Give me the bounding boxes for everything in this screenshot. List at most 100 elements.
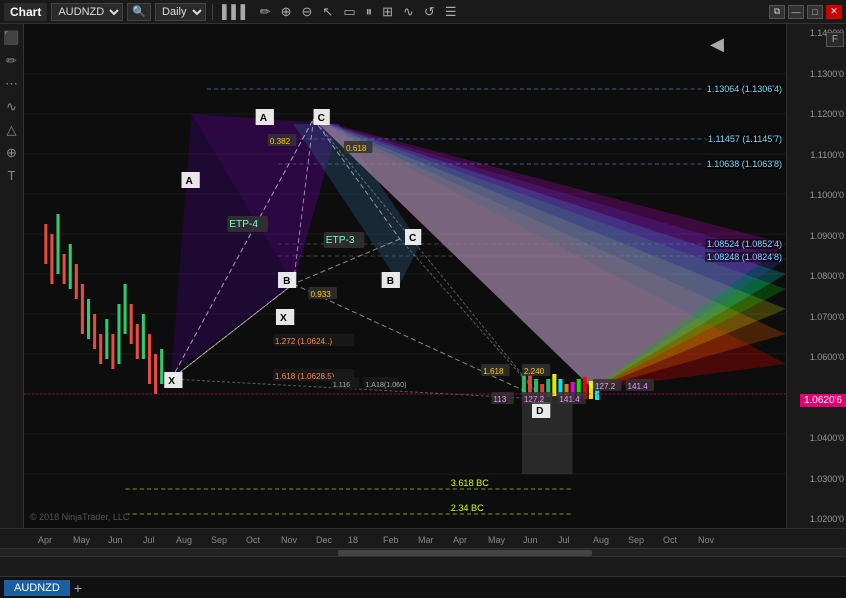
price-level-9: 1.0600'0 bbox=[789, 352, 844, 362]
svg-text:X: X bbox=[280, 313, 287, 324]
left-tool-3[interactable]: ⋯ bbox=[3, 74, 20, 94]
left-tool-2[interactable]: ✏ bbox=[4, 51, 19, 71]
refresh-icon[interactable]: ↺ bbox=[421, 4, 438, 20]
symbol-select[interactable]: AUDNZD bbox=[51, 3, 123, 21]
svg-text:C: C bbox=[318, 113, 325, 124]
svg-text:Sep: Sep bbox=[211, 535, 227, 545]
pause-icon[interactable]: ⏸ bbox=[363, 4, 376, 20]
svg-text:1.116: 1.116 bbox=[333, 382, 350, 389]
svg-text:Nov: Nov bbox=[281, 535, 298, 545]
svg-text:May: May bbox=[488, 535, 506, 545]
window-controls: ⧉ — □ ✕ bbox=[769, 5, 842, 19]
restore-btn[interactable]: ⧉ bbox=[769, 5, 785, 19]
time-axis: Apr May Jun Jul Aug Sep Oct Nov Dec 18 F… bbox=[0, 528, 846, 548]
svg-text:May: May bbox=[73, 535, 91, 545]
chart-area[interactable]: A C A C B B X X D E bbox=[24, 24, 786, 528]
svg-text:2.34 BC: 2.34 BC bbox=[451, 503, 484, 513]
svg-text:0.933: 0.933 bbox=[311, 290, 332, 299]
svg-text:Oct: Oct bbox=[246, 535, 261, 545]
svg-text:113: 113 bbox=[493, 395, 506, 404]
svg-text:B: B bbox=[387, 276, 394, 287]
maximize-btn[interactable]: □ bbox=[807, 5, 823, 19]
left-tool-7[interactable]: T bbox=[6, 166, 18, 185]
price-axis: 1.1400'0 1.1300'0 1.1200'0 1.1100'0 1.10… bbox=[786, 24, 846, 528]
svg-text:Apr: Apr bbox=[38, 535, 52, 545]
menu-icon[interactable]: ☰ bbox=[442, 4, 460, 20]
svg-text:Nov: Nov bbox=[698, 535, 715, 545]
close-btn[interactable]: ✕ bbox=[826, 5, 842, 19]
current-price-badge: 1.0620'6 bbox=[800, 394, 846, 407]
rect-icon[interactable]: ▭ bbox=[340, 4, 358, 20]
price-level-6: 1.0900'0 bbox=[789, 231, 844, 241]
horizontal-scrollbar[interactable] bbox=[0, 548, 846, 556]
tab-label: AUDNZD bbox=[14, 582, 60, 594]
grid-icon[interactable]: ⊞ bbox=[379, 4, 396, 20]
svg-text:Aug: Aug bbox=[176, 535, 192, 545]
left-tool-1[interactable]: ⬛ bbox=[1, 28, 21, 48]
svg-text:Aug: Aug bbox=[593, 535, 609, 545]
svg-text:3.618 BC: 3.618 BC bbox=[451, 478, 490, 488]
chart-svg: A C A C B B X X D E bbox=[24, 24, 786, 528]
svg-text:Jul: Jul bbox=[558, 535, 570, 545]
chart-title: Chart bbox=[4, 3, 47, 21]
main-area: ⬛ ✏ ⋯ ∿ △ ⊕ T bbox=[0, 24, 846, 528]
svg-text:127.2: 127.2 bbox=[595, 382, 616, 391]
cursor-icon[interactable]: ↖ bbox=[319, 4, 336, 20]
minimize-btn[interactable]: — bbox=[788, 5, 804, 19]
price-label-2: 1.11457 (1.1145'7) bbox=[706, 134, 784, 144]
price-level-7: 1.0800'0 bbox=[789, 271, 844, 281]
pencil-icon[interactable]: ✏ bbox=[257, 4, 274, 20]
price-level-8: 1.0700'0 bbox=[789, 312, 844, 322]
f-button[interactable]: F bbox=[826, 32, 844, 47]
svg-text:0.382: 0.382 bbox=[270, 137, 291, 146]
add-tab-button[interactable]: + bbox=[74, 580, 82, 596]
svg-text:Dec: Dec bbox=[316, 535, 333, 545]
svg-text:Jun: Jun bbox=[523, 535, 538, 545]
svg-text:A: A bbox=[260, 113, 268, 124]
svg-text:Apr: Apr bbox=[453, 535, 467, 545]
svg-text:B: B bbox=[283, 276, 290, 287]
svg-text:18: 18 bbox=[348, 535, 358, 545]
price-label-4: 1.08524 (1.0852'4) bbox=[705, 239, 784, 249]
collapse-button[interactable]: ◀ bbox=[710, 34, 724, 55]
svg-text:Oct: Oct bbox=[663, 535, 678, 545]
svg-text:X: X bbox=[168, 376, 175, 387]
price-level-5: 1.1000'0 bbox=[789, 190, 844, 200]
svg-text:127.2: 127.2 bbox=[524, 395, 545, 404]
wave-icon[interactable]: ∿ bbox=[400, 4, 417, 20]
tab-bar: AUDNZD + bbox=[0, 576, 846, 598]
price-level-4: 1.1100'0 bbox=[789, 150, 844, 160]
svg-text:141.4: 141.4 bbox=[628, 382, 649, 391]
svg-text:Jul: Jul bbox=[143, 535, 155, 545]
separator-1 bbox=[212, 4, 213, 20]
svg-text:2.240: 2.240 bbox=[524, 367, 545, 376]
svg-text:ETP-3: ETP-3 bbox=[326, 235, 355, 246]
price-level-3: 1.1200'0 bbox=[789, 109, 844, 119]
copyright: © 2018 NinjaTrader, LLC bbox=[30, 512, 129, 522]
tab-audnzd[interactable]: AUDNZD bbox=[4, 580, 70, 596]
timeframe-select[interactable]: Daily bbox=[155, 3, 206, 21]
left-tool-6[interactable]: ⊕ bbox=[4, 143, 19, 163]
zoom-out-icon[interactable]: ⊖ bbox=[299, 4, 316, 20]
svg-text:1.A18(1.060): 1.A18(1.060) bbox=[365, 382, 406, 389]
svg-text:1.272 (1.0624..): 1.272 (1.0624..) bbox=[275, 337, 333, 346]
left-tool-5[interactable]: △ bbox=[5, 120, 19, 140]
svg-text:1.618 (1.0628.5): 1.618 (1.0628.5) bbox=[275, 372, 335, 381]
search-button[interactable]: 🔍 bbox=[127, 3, 151, 21]
zoom-in-icon[interactable]: ⊕ bbox=[278, 4, 295, 20]
left-toolbar: ⬛ ✏ ⋯ ∿ △ ⊕ T bbox=[0, 24, 24, 528]
svg-text:1.618: 1.618 bbox=[483, 367, 504, 376]
scrollbar-thumb[interactable] bbox=[338, 550, 592, 556]
svg-text:Jun: Jun bbox=[108, 535, 123, 545]
svg-text:Sep: Sep bbox=[628, 535, 644, 545]
svg-text:0.618: 0.618 bbox=[346, 144, 367, 153]
bar-chart-icon[interactable]: ▌▌▌ bbox=[219, 4, 253, 19]
svg-text:ETP-4: ETP-4 bbox=[229, 219, 258, 230]
price-label-3: 1.10638 (1.1063'8) bbox=[705, 159, 784, 169]
price-level-11: 1.0400'0 bbox=[789, 433, 844, 443]
bottom-bar bbox=[0, 556, 846, 576]
left-tool-4[interactable]: ∿ bbox=[4, 97, 19, 117]
svg-text:141.4: 141.4 bbox=[559, 395, 580, 404]
price-label-5: 1.08248 (1.0824'8) bbox=[705, 252, 784, 262]
top-bar: Chart AUDNZD 🔍 Daily ▌▌▌ ✏ ⊕ ⊖ ↖ ▭ ⏸ ⊞ ∿… bbox=[0, 0, 846, 24]
